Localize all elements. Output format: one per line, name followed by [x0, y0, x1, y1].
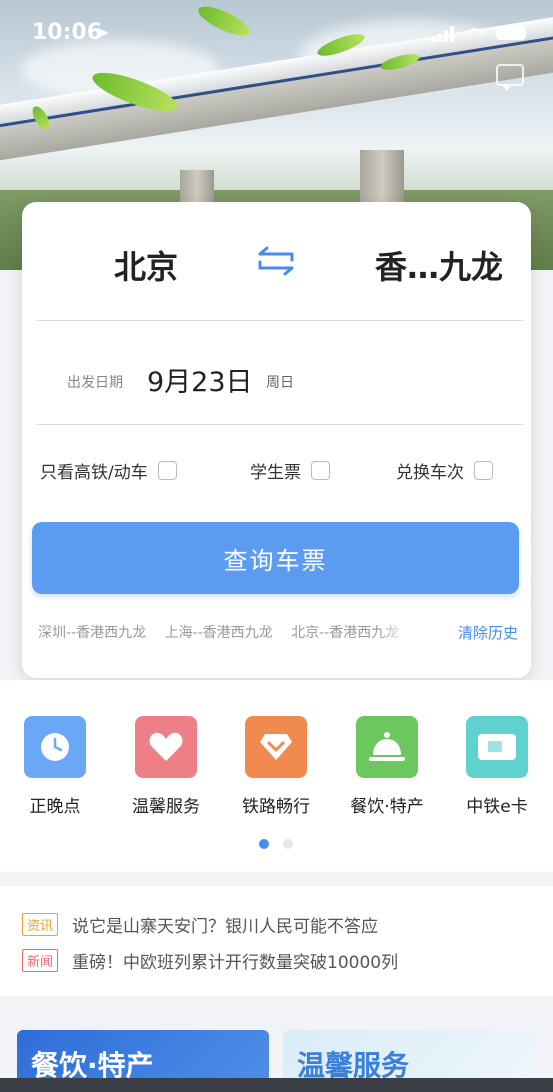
menu-label: 正晚点 [29, 797, 81, 817]
message-icon[interactable] [496, 64, 524, 91]
news-tag: 新闻 [22, 949, 59, 972]
news-text: 说它是山寨天安门？银川人民可能不答应 [72, 917, 379, 937]
card-icon [466, 716, 528, 778]
heart-icon [135, 716, 197, 778]
to-station[interactable]: 香…九龙 [375, 242, 503, 288]
diamond-icon [245, 716, 307, 778]
bottom-bar [0, 1078, 553, 1092]
search-history: 深圳--香港西九龙 上海--香港西九龙 北京--香港西九龙 [38, 622, 409, 642]
option-high-speed-only[interactable]: 只看高铁/动车 [40, 458, 177, 483]
clock-icon [24, 716, 86, 778]
news-text: 重磅！中欧班列累计开行数量突破10000列 [72, 953, 399, 973]
location-arrow-icon: ➤ [96, 23, 110, 42]
service-bell-icon [356, 716, 418, 778]
menu-label: 餐饮·特产 [350, 797, 424, 817]
status-time: 10:06 [32, 20, 103, 45]
history-item[interactable]: 上海--香港西九龙 [165, 625, 273, 641]
divider [37, 424, 523, 425]
menu-item-railway-pass[interactable]: 铁路畅行 [231, 716, 321, 817]
menu-item-e-card[interactable]: 中铁e卡 [452, 716, 542, 817]
from-station[interactable]: 北京 [114, 242, 178, 288]
swap-stations-icon[interactable] [252, 244, 300, 278]
status-bar: 10:06 ➤ ◠ [0, 0, 553, 66]
page-indicator-dot[interactable] [283, 839, 293, 849]
checkbox[interactable] [311, 461, 330, 480]
divider [37, 320, 523, 321]
menu-label: 温馨服务 [132, 797, 200, 817]
news-item[interactable]: 资讯 说它是山寨天安门？银川人民可能不答应 [22, 912, 378, 937]
date-label: 出发日期 [67, 375, 123, 391]
date-weekday: 周日 [266, 375, 294, 391]
search-tickets-button[interactable]: 查询车票 [32, 522, 519, 594]
news-item[interactable]: 新闻 重磅！中欧班列累计开行数量突破10000列 [22, 948, 398, 973]
menu-label: 中铁e卡 [466, 797, 528, 817]
checkbox[interactable] [474, 461, 493, 480]
quick-menu: 正晚点 温馨服务 铁路畅行 餐饮·特产 中铁e卡 [0, 680, 553, 872]
menu-item-warm-service[interactable]: 温馨服务 [121, 716, 211, 817]
menu-item-on-time[interactable]: 正晚点 [10, 716, 100, 817]
option-label: 学生票 [250, 463, 301, 483]
wifi-icon: ◠ [466, 22, 484, 46]
option-label: 只看高铁/动车 [40, 463, 148, 483]
history-item[interactable]: 深圳--香港西九龙 [38, 625, 146, 641]
menu-item-catering[interactable]: 餐饮·特产 [342, 716, 432, 817]
option-exchange-train[interactable]: 兑换车次 [396, 458, 493, 483]
option-label: 兑换车次 [396, 463, 464, 483]
option-student-ticket[interactable]: 学生票 [250, 458, 330, 483]
history-item[interactable]: 北京--香港西九龙 [291, 622, 409, 642]
page-indicator-dot-active[interactable] [259, 839, 269, 849]
menu-label: 铁路畅行 [242, 797, 310, 817]
battery-icon [496, 26, 526, 40]
clear-history-link[interactable]: 清除历史 [458, 622, 518, 643]
date-value: 9月23日 [147, 367, 253, 398]
signal-icon [432, 26, 454, 42]
news-section: 资讯 说它是山寨天安门？银川人民可能不答应 新闻 重磅！中欧班列累计开行数量突破… [0, 886, 553, 996]
checkbox[interactable] [157, 461, 177, 480]
news-tag: 资讯 [22, 913, 59, 936]
ticket-search-card: 北京 香…九龙 出发日期 9月23日 周日 只看高铁/动车 学生票 兑换车次 查… [22, 202, 531, 678]
